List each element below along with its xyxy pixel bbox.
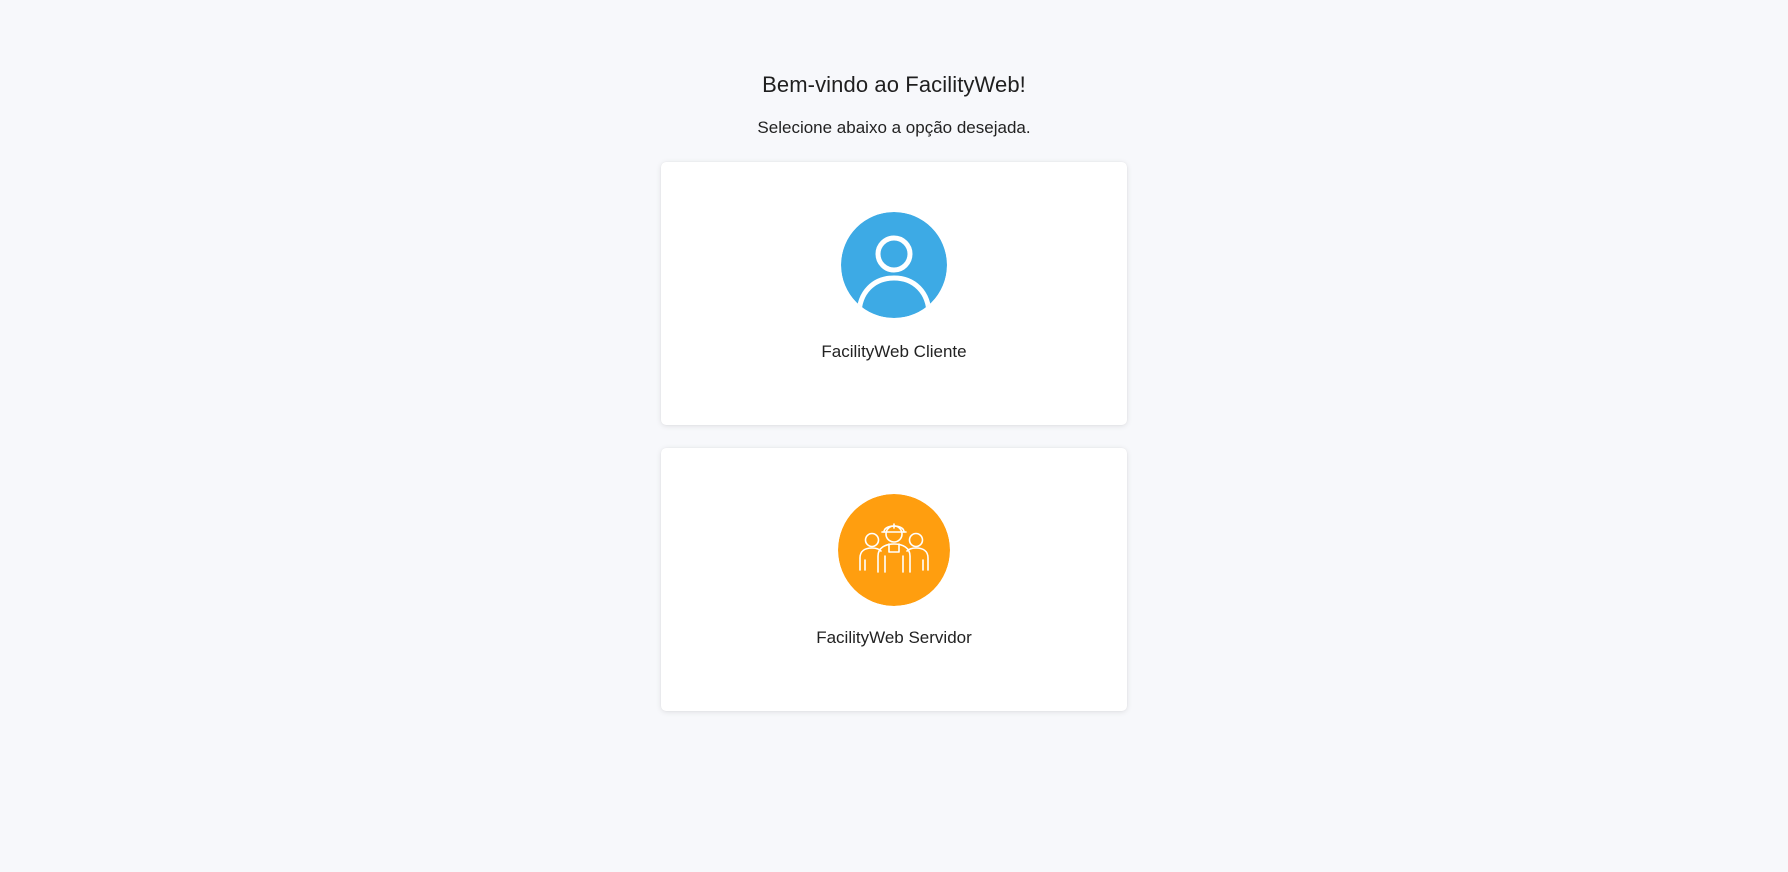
icon-background — [838, 494, 950, 606]
option-card-cliente[interactable]: FacilityWeb Cliente — [661, 162, 1127, 425]
icon-background — [841, 212, 947, 318]
option-label-servidor: FacilityWeb Servidor — [816, 628, 972, 647]
page-subtitle: Selecione abaixo a opção desejada. — [757, 118, 1031, 137]
workers-group-icon — [838, 494, 950, 606]
option-label-cliente: FacilityWeb Cliente — [821, 342, 967, 361]
option-card-servidor[interactable]: FacilityWeb Servidor — [661, 448, 1127, 711]
user-icon — [841, 212, 947, 318]
page-title: Bem-vindo ao FacilityWeb! — [762, 72, 1026, 97]
